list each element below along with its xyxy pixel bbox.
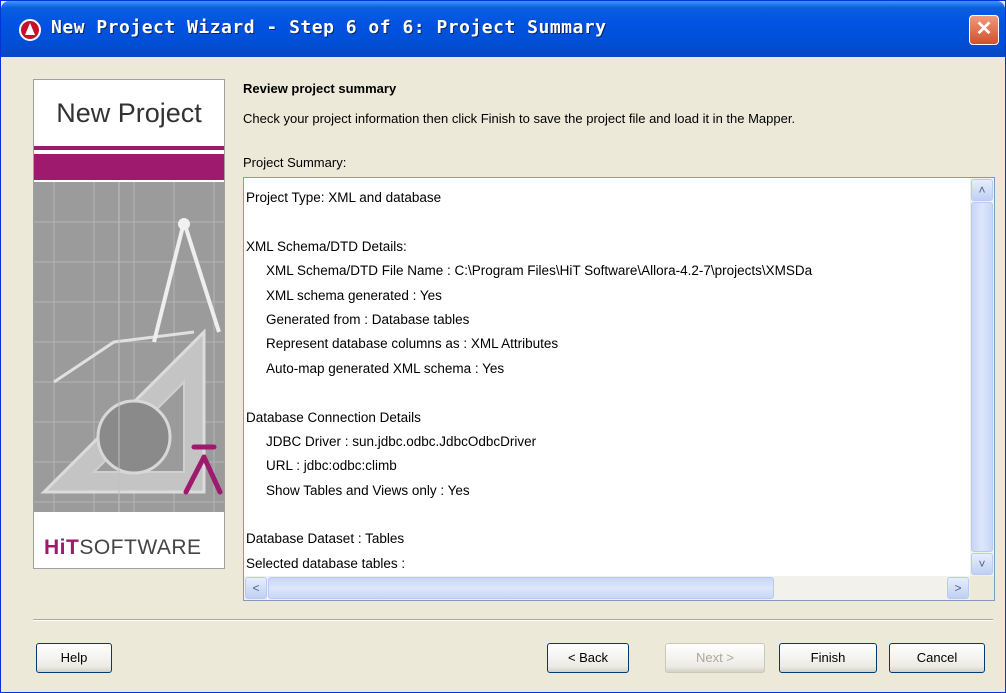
scroll-down-button[interactable]: ˅ <box>971 553 993 575</box>
drafting-tools-illustration <box>34 182 224 512</box>
app-icon <box>19 19 41 41</box>
banner-stripe <box>34 146 224 150</box>
back-button[interactable]: < Back <box>547 643 629 673</box>
summary-line: Generated from : Database tables <box>266 311 470 327</box>
close-button[interactable]: ✕ <box>969 15 999 45</box>
wizard-window: New Project Wizard - Step 6 of 6: Projec… <box>0 0 1006 693</box>
horizontal-scrollbar[interactable]: < > <box>244 576 994 600</box>
summary-line: Database Connection Details <box>246 409 421 425</box>
summary-content: Project Type: XML and database XML Schema… <box>246 186 966 571</box>
finish-button[interactable]: Finish <box>779 643 877 673</box>
divider <box>33 619 993 621</box>
page-heading: Review project summary <box>243 81 397 96</box>
summary-line: Auto-map generated XML schema : Yes <box>266 360 505 376</box>
summary-line: URL : jdbc:odbc:climb <box>266 458 397 474</box>
summary-line <box>246 381 966 405</box>
summary-line: Project Type: XML and database <box>246 190 442 205</box>
scroll-right-button[interactable]: > <box>947 577 969 599</box>
summary-line <box>246 503 966 527</box>
summary-line: XML schema generated : Yes <box>266 287 442 303</box>
banner-title: New Project <box>56 98 202 128</box>
scroll-left-button[interactable]: < <box>245 577 267 599</box>
summary-line <box>246 210 966 234</box>
hit-software-logo: HiTSOFTWARE <box>44 536 202 559</box>
scrollbar-corner <box>970 576 994 600</box>
cancel-button[interactable]: Cancel <box>889 643 985 673</box>
summary-line: XML Schema/DTD Details: <box>246 238 407 254</box>
summary-line: Database Dataset : Tables <box>246 531 405 547</box>
summary-line: Represent database columns as : XML Attr… <box>266 336 559 352</box>
scroll-up-button[interactable]: ˄ <box>971 179 993 201</box>
summary-line: Show Tables and Views only : Yes <box>266 482 470 498</box>
summary-label: Project Summary: <box>243 155 347 170</box>
window-title: New Project Wizard - Step 6 of 6: Projec… <box>51 17 607 38</box>
title-bar[interactable]: New Project Wizard - Step 6 of 6: Projec… <box>1 1 1005 57</box>
banner-stripe <box>34 154 224 180</box>
summary-line: Selected database tables : <box>246 555 406 571</box>
vertical-scroll-thumb[interactable] <box>971 202 993 552</box>
summary-line: XML Schema/DTD File Name : C:\Program Fi… <box>266 263 813 279</box>
page-description: Check your project information then clic… <box>243 111 796 126</box>
next-button[interactable]: Next > <box>665 643 765 673</box>
project-summary-textarea[interactable]: Project Type: XML and database XML Schema… <box>243 177 995 601</box>
summary-line: JDBC Driver : sun.jdbc.odbc.JdbcOdbcDriv… <box>266 433 537 449</box>
horizontal-scroll-thumb[interactable] <box>268 577 774 599</box>
vertical-scrollbar[interactable]: ˄ ˅ <box>970 178 994 576</box>
help-button[interactable]: Help <box>36 643 112 673</box>
wizard-banner: New Project HiTSOFTWARE <box>33 79 225 569</box>
